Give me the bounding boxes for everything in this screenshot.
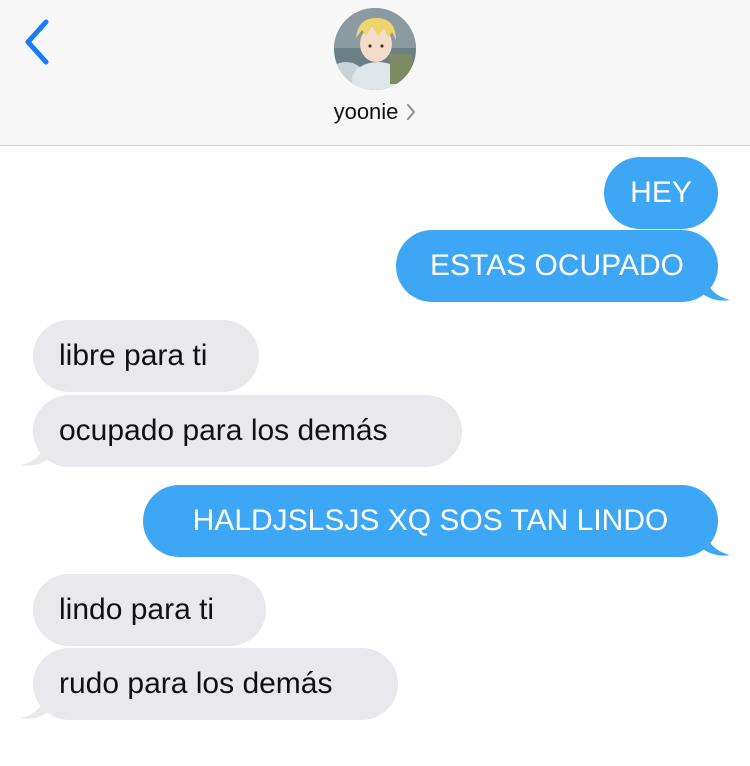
chevron-left-icon — [25, 19, 49, 65]
message-text: ocupado para los demás — [59, 414, 388, 447]
message-outgoing[interactable]: HEY — [604, 157, 718, 229]
message-text: HEY — [630, 176, 692, 209]
message-text: HALDJSLSJS XQ SOS TAN LINDO — [192, 504, 669, 537]
conversation-header: yoonie — [0, 0, 750, 146]
message-text: ESTAS OCUPADO — [430, 249, 684, 282]
message-outgoing[interactable]: ESTAS OCUPADO — [396, 230, 730, 302]
message-incoming[interactable]: libre para ti — [33, 320, 259, 392]
message-outgoing[interactable]: HALDJSLSJS XQ SOS TAN LINDO — [143, 485, 730, 557]
contact-name-button[interactable]: yoonie — [0, 96, 750, 128]
back-button[interactable] — [18, 14, 58, 70]
avatar[interactable] — [334, 8, 416, 90]
message-incoming[interactable]: lindo para ti — [33, 574, 266, 646]
message-incoming[interactable]: ocupado para los demás — [21, 395, 462, 467]
message-text: libre para ti — [59, 339, 208, 372]
message-incoming[interactable]: rudo para los demás — [21, 648, 398, 720]
chevron-right-icon — [406, 103, 416, 121]
contact-name: yoonie — [333, 99, 399, 124]
message-text: rudo para los demás — [59, 667, 333, 700]
message-text: lindo para ti — [59, 593, 215, 626]
